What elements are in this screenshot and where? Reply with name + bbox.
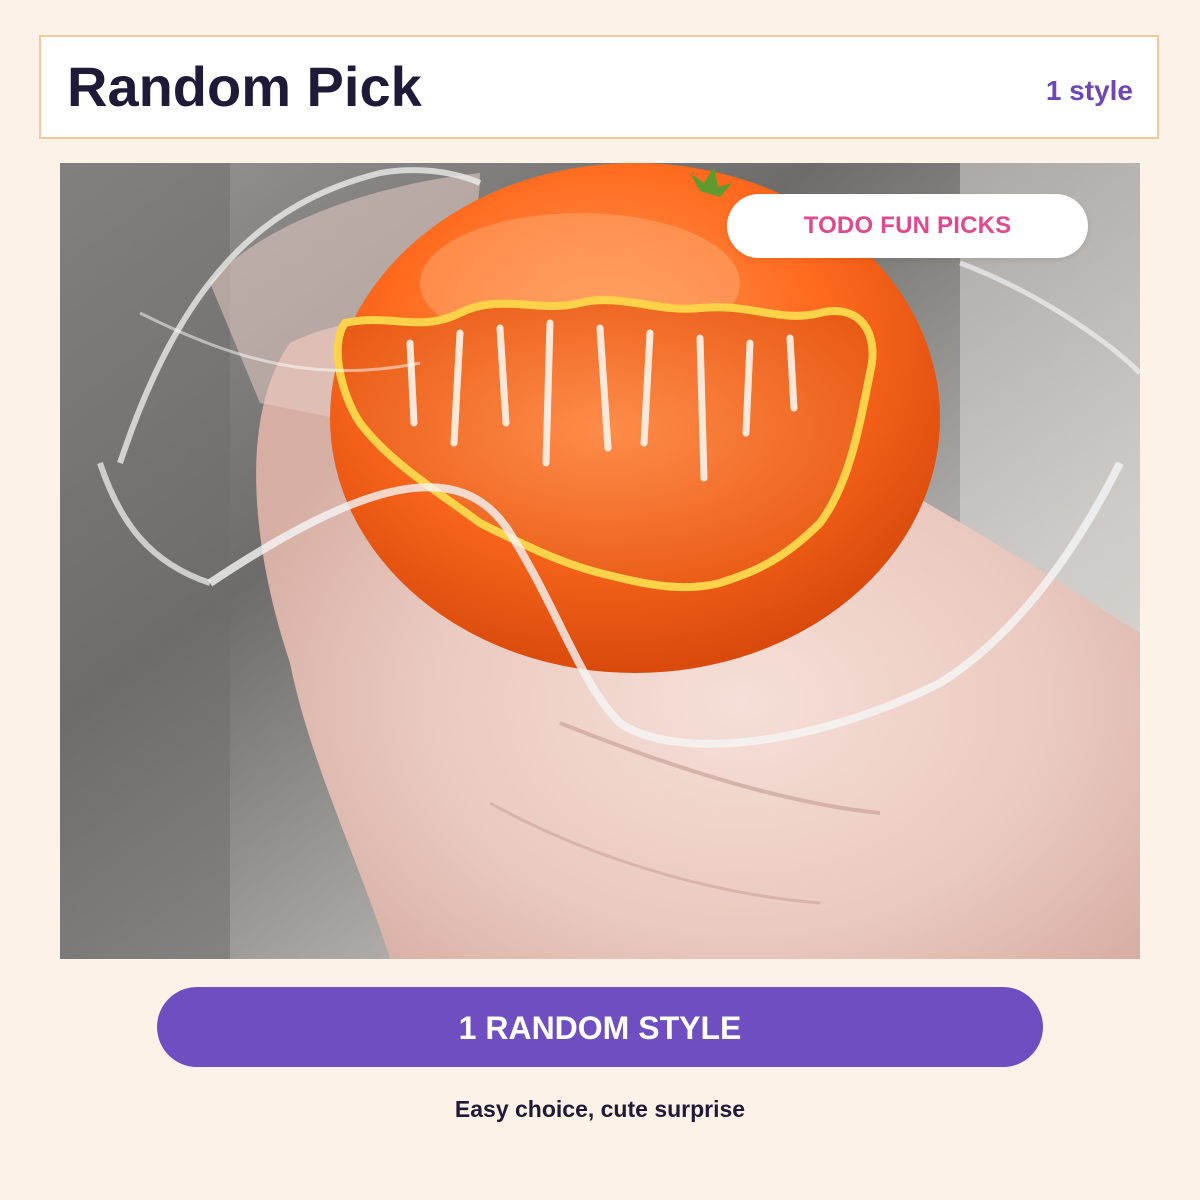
product-photo xyxy=(60,163,1140,959)
caption-text: Easy choice, cute surprise xyxy=(454,1096,746,1122)
product-photo-illustration xyxy=(60,163,1140,959)
page-title: Random Pick xyxy=(67,55,422,118)
brand-badge: TODO FUN PICKS xyxy=(727,194,1088,258)
header-card: Random Pick 1 style xyxy=(39,35,1159,139)
style-count-label: 1 style xyxy=(1045,75,1133,106)
brand-badge-label: TODO FUN PICKS xyxy=(803,212,1012,239)
random-style-button-label: 1 RANDOM STYLE xyxy=(458,1010,742,1046)
random-style-button[interactable]: 1 RANDOM STYLE xyxy=(157,987,1043,1067)
